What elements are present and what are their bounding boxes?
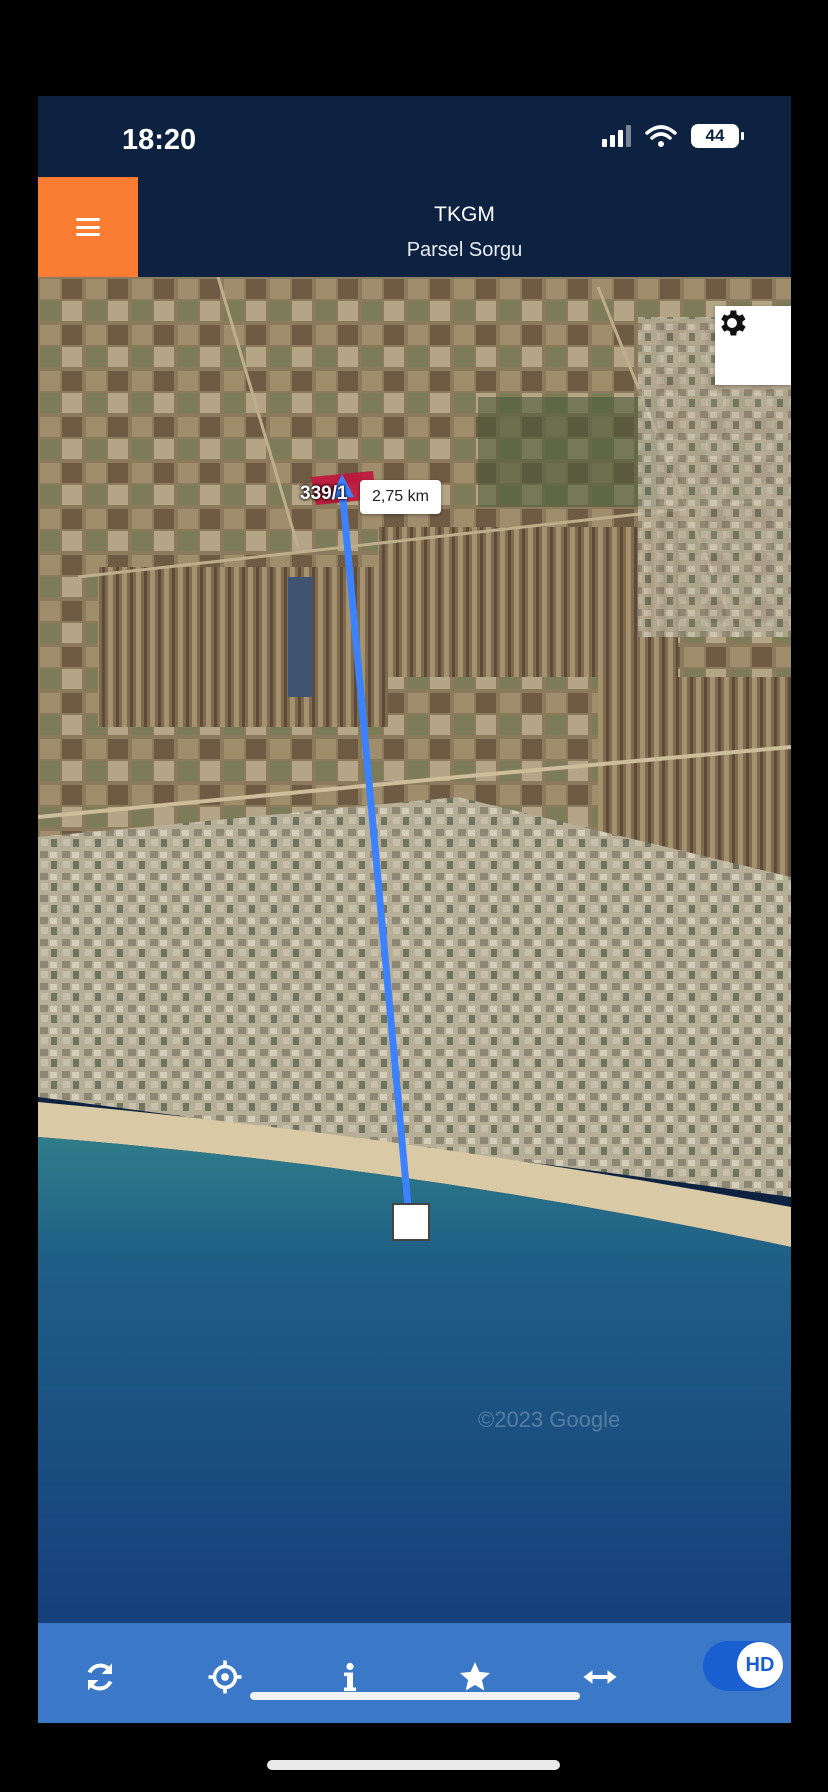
satellite-map[interactable]: 339/1 2,75 km ©2023 Google (38, 277, 791, 1623)
app-title: TKGM (434, 203, 495, 226)
menu-button[interactable] (38, 177, 138, 277)
phone-screen: 18:20 44 TKGM Parsel Sorgu 339/1 2,75 km… (38, 96, 791, 1723)
cellular-signal-icon (602, 125, 631, 147)
favorite-star-icon (460, 1662, 490, 1691)
info-icon (344, 1662, 356, 1692)
measure-button[interactable] (578, 1655, 622, 1699)
status-time: 18:20 (122, 124, 197, 156)
map-settings-button[interactable] (715, 306, 791, 385)
hd-toggle[interactable]: HD (703, 1641, 783, 1691)
refresh-icon (87, 1663, 113, 1691)
locate-button[interactable] (203, 1655, 247, 1699)
measure-arrows-icon (583, 1670, 617, 1684)
app-header: TKGM Parsel Sorgu (38, 177, 791, 277)
distance-label: 2,75 km (360, 480, 441, 514)
refresh-button[interactable] (78, 1655, 122, 1699)
wifi-icon (645, 125, 677, 147)
header-titles: TKGM Parsel Sorgu (138, 203, 791, 262)
home-indicator (267, 1760, 560, 1770)
hamburger-icon (76, 218, 100, 236)
battery-icon: 44 (691, 124, 744, 148)
locate-icon (208, 1660, 242, 1694)
map-attribution: ©2023 Google (478, 1407, 621, 1432)
app-subtitle: Parsel Sorgu (406, 239, 523, 261)
in-app-home-indicator (250, 1692, 580, 1700)
measure-end-marker[interactable] (392, 1203, 430, 1241)
parcel-number-label: 339/1 (300, 483, 348, 504)
gear-icon (721, 310, 746, 336)
map-imagery (38, 277, 791, 1623)
hd-toggle-knob: HD (737, 1642, 783, 1688)
status-indicators: 44 (602, 124, 744, 148)
bottom-toolbar: HD (38, 1623, 791, 1723)
